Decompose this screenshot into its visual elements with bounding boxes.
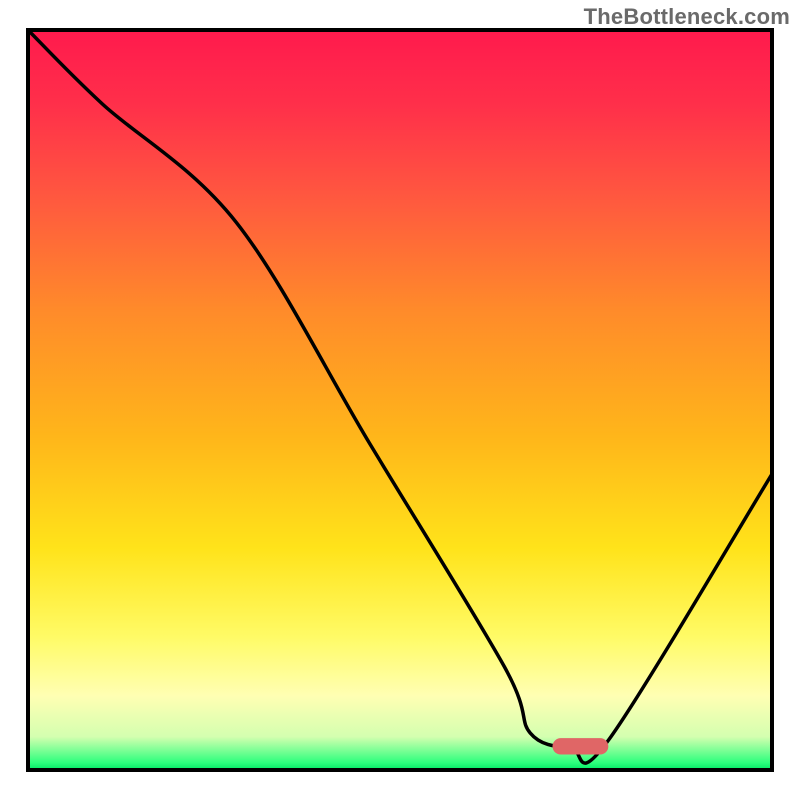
chart-container: TheBottleneck.com bbox=[0, 0, 800, 800]
bottleneck-chart bbox=[0, 0, 800, 800]
optimal-marker bbox=[553, 738, 609, 754]
